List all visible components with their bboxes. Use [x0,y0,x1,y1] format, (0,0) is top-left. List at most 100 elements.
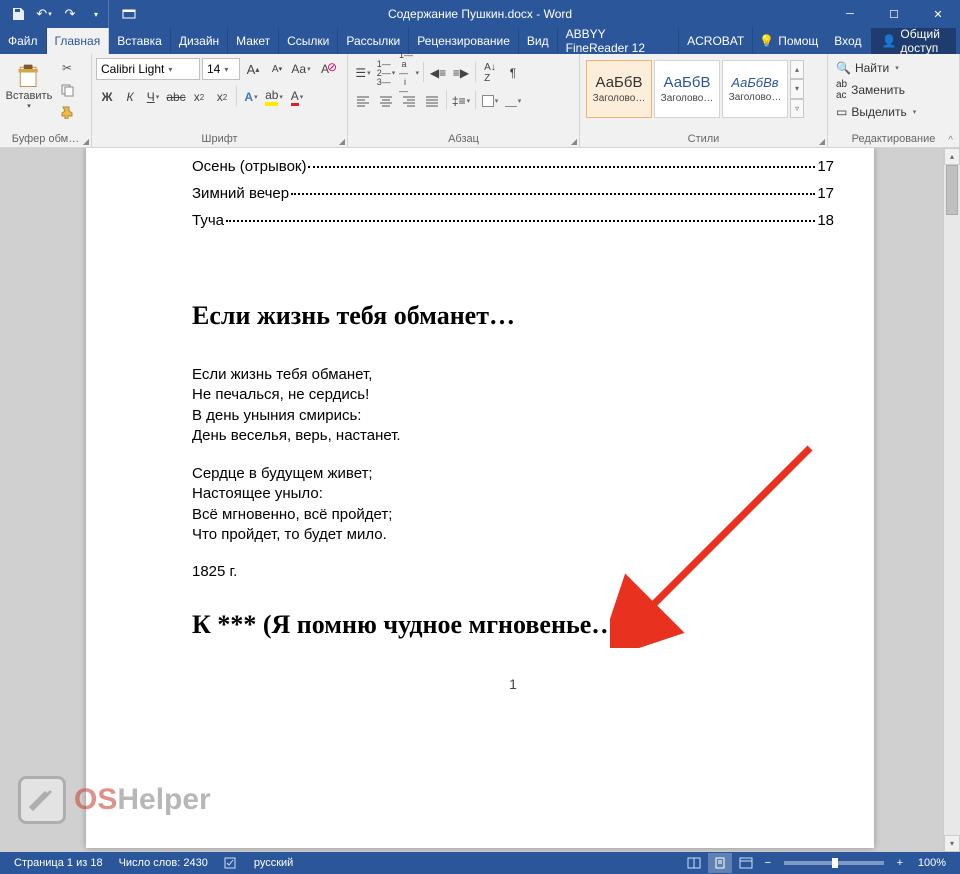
document-heading[interactable]: К *** (Я помню чудное мгновенье…) [192,610,834,640]
collapse-ribbon-icon[interactable]: ^ [944,135,957,146]
maximize-button[interactable]: ☐ [872,0,916,28]
tab-acrobat[interactable]: ACROBAT [679,28,753,54]
launcher-icon[interactable]: ◢ [819,137,825,146]
align-left-icon[interactable] [352,90,374,112]
signin-button[interactable]: Вход [828,34,867,48]
zoom-in-button[interactable]: + [892,857,908,869]
view-print-icon[interactable] [708,853,732,873]
document-text[interactable]: 1825 г. [192,563,834,580]
minimize-button[interactable]: ─ [828,0,872,28]
font-name-combo[interactable]: Calibri Light▾ [96,58,200,80]
bold-icon[interactable]: Ж [96,86,118,108]
status-language[interactable]: русский [246,857,301,869]
underline-icon[interactable]: Ч▾ [142,86,164,108]
document-text[interactable]: Сердце в будущем живет; Настоящее уныло:… [192,464,834,545]
outdent-icon[interactable]: ◀≡ [427,62,449,84]
group-label-font: Шрифт◢ [92,132,347,147]
clear-format-icon[interactable]: A⊘ [314,58,336,80]
toc-entry[interactable]: Зимний вечер17 [192,185,834,202]
view-read-icon[interactable] [682,853,706,873]
style-heading2[interactable]: АаБбВЗаголово… [654,60,720,118]
change-case-icon[interactable]: Aa▾ [290,58,312,80]
borders-icon[interactable]: ▾ [502,90,524,112]
document-heading[interactable]: Если жизнь тебя обманет… [192,301,834,331]
toc-entry[interactable]: Туча18 [192,212,834,229]
scroll-up-icon[interactable]: ▴ [944,148,960,165]
font-color-icon[interactable]: A▾ [286,86,308,108]
save-icon[interactable] [6,2,30,26]
tab-home[interactable]: Главная [47,28,110,54]
quick-access-toolbar: ↶▾ ↷ ▾ [0,2,108,26]
select-button[interactable]: ▭Выделить▾ [832,104,920,120]
tab-view[interactable]: Вид [519,28,558,54]
styles-gallery[interactable]: АаБбВЗаголово… АаБбВЗаголово… АаБбВвЗаго… [584,58,806,120]
toc-entry[interactable]: Осень (отрывок)17 [192,158,834,175]
paste-button[interactable]: Вставить ▾ [4,58,54,110]
undo-icon[interactable]: ↶▾ [32,2,56,26]
font-size-combo[interactable]: 14▾ [202,58,240,80]
scroll-thumb[interactable] [946,165,958,215]
zoom-level[interactable]: 100% [910,857,954,869]
style-heading1[interactable]: АаБбВЗаголово… [586,60,652,118]
style-heading3[interactable]: АаБбВвЗаголово… [722,60,788,118]
share-button[interactable]: 👤Общий доступ [871,28,956,54]
shading-icon[interactable]: ▾ [479,90,501,112]
tab-insert[interactable]: Вставка [109,28,171,54]
subscript-icon[interactable]: x2 [188,86,210,108]
cut-icon[interactable]: ✂ [56,58,78,78]
copy-icon[interactable] [56,80,78,100]
group-font: Calibri Light▾ 14▾ A▴ A▾ Aa▾ A⊘ Ж К Ч▾ a… [92,54,348,147]
tell-me-button[interactable]: 💡Помощ [753,34,824,48]
group-label-paragraph: Абзац◢ [348,132,579,147]
multilevel-icon[interactable]: 1— a— i—▾ [398,62,420,84]
redo-icon[interactable]: ↷ [58,2,82,26]
ribbon: Вставить ▾ ✂ Буфер обм…◢ Calibri Light▾ … [0,54,960,148]
status-proofing-icon[interactable] [216,856,246,870]
italic-icon[interactable]: К [119,86,141,108]
justify-icon[interactable] [421,90,443,112]
replace-icon: abac [836,79,847,101]
group-styles: АаБбВЗаголово… АаБбВЗаголово… АаБбВвЗаго… [580,54,828,147]
superscript-icon[interactable]: x2 [211,86,233,108]
replace-button[interactable]: abacЗаменить [832,78,920,102]
qat-customize-icon[interactable]: ▾ [84,2,108,26]
tab-finereader[interactable]: ABBYY FineReader 12 [558,28,679,54]
styles-scroll[interactable]: ▴▾▿ [790,60,804,118]
close-button[interactable]: ✕ [916,0,960,28]
strike-icon[interactable]: abc [165,86,187,108]
tab-references[interactable]: Ссылки [279,28,338,54]
group-label-editing: Редактирование [828,132,959,147]
view-web-icon[interactable] [734,853,758,873]
numbering-icon[interactable]: 1—2—3—▾ [375,62,397,84]
status-page[interactable]: Страница 1 из 18 [6,857,111,869]
document-text[interactable]: Если жизнь тебя обманет, Не печалься, не… [192,365,834,446]
text-effects-icon[interactable]: A▾ [240,86,262,108]
tab-design[interactable]: Дизайн [171,28,228,54]
zoom-out-button[interactable]: − [760,857,776,869]
tab-file[interactable]: Файл [0,28,47,54]
show-marks-icon[interactable]: ¶ [502,62,524,84]
status-words[interactable]: Число слов: 2430 [111,857,216,869]
ribbon-options-icon[interactable] [108,0,148,28]
bullets-icon[interactable]: ☰▾ [352,62,374,84]
scroll-down-icon[interactable]: ▾ [944,835,960,852]
zoom-slider[interactable] [784,861,884,865]
launcher-icon[interactable]: ◢ [571,137,577,146]
align-right-icon[interactable] [398,90,420,112]
launcher-icon[interactable]: ◢ [339,137,345,146]
align-center-icon[interactable] [375,90,397,112]
launcher-icon[interactable]: ◢ [83,137,89,146]
tab-layout[interactable]: Макет [228,28,279,54]
highlight-icon[interactable]: ab▾ [263,86,285,108]
sort-icon[interactable]: A↓Z [479,62,501,84]
tab-review[interactable]: Рецензирование [409,28,519,54]
shrink-font-icon[interactable]: A▾ [266,58,288,80]
format-painter-icon[interactable] [56,102,78,122]
document-page[interactable]: Осень (отрывок)17 Зимний вечер17 Туча18 … [86,148,874,848]
find-button[interactable]: 🔍Найти▾ [832,60,920,76]
grow-font-icon[interactable]: A▴ [242,58,264,80]
line-spacing-icon[interactable]: ‡≡▾ [450,90,472,112]
group-editing: 🔍Найти▾ abacЗаменить ▭Выделить▾ Редактир… [828,54,960,147]
vertical-scrollbar[interactable]: ▴ ▾ [943,148,960,852]
indent-icon[interactable]: ≡▶ [450,62,472,84]
